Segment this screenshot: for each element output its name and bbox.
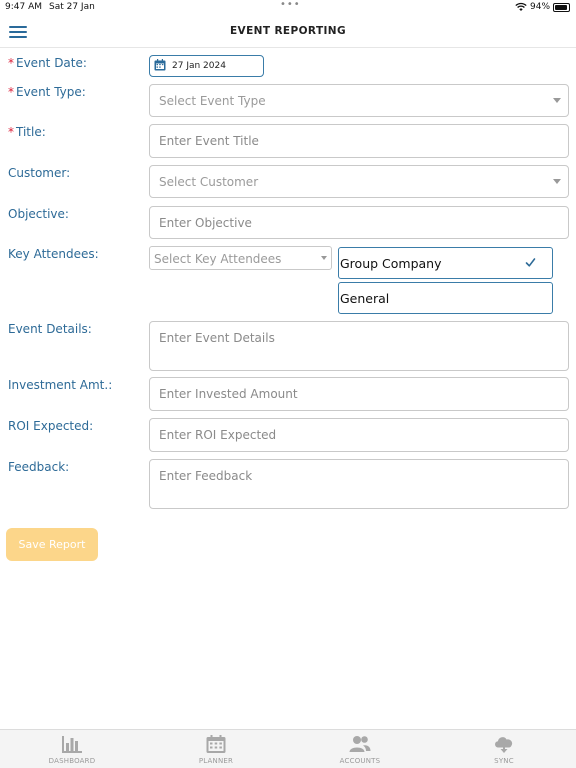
roi-expected-input[interactable]: Enter ROI Expected xyxy=(149,418,569,452)
status-time: 9:47 AM xyxy=(5,2,42,12)
objective-placeholder: Enter Objective xyxy=(159,216,252,230)
battery-icon xyxy=(553,3,570,12)
app-header: EVENT REPORTING xyxy=(0,16,576,48)
event-title-input[interactable]: Enter Event Title xyxy=(149,124,569,158)
multitask-dots-icon[interactable]: ••• xyxy=(280,0,301,10)
save-report-button[interactable]: Save Report xyxy=(6,528,98,561)
roi-expected-placeholder: Enter ROI Expected xyxy=(159,428,277,442)
tab-dashboard[interactable]: DASHBOARD xyxy=(0,730,144,768)
cloud-download-icon xyxy=(495,737,513,753)
users-icon xyxy=(349,736,371,752)
customer-placeholder: Select Customer xyxy=(159,175,259,189)
roi-expected-label: ROI Expected: xyxy=(8,419,94,433)
event-type-label: * Event Type: xyxy=(8,85,86,99)
investment-amount-input[interactable]: Enter Invested Amount xyxy=(149,377,569,411)
bar-chart-icon xyxy=(62,736,82,753)
feedback-label: Feedback: xyxy=(8,460,70,474)
attendee-option-general[interactable]: General xyxy=(338,282,553,314)
customer-select[interactable]: Select Customer xyxy=(149,165,569,198)
wifi-icon xyxy=(515,2,527,11)
objective-input[interactable]: Enter Objective xyxy=(149,206,569,239)
customer-label: Customer: xyxy=(8,166,71,180)
tab-accounts[interactable]: ACCOUNTS xyxy=(288,730,432,768)
event-details-placeholder: Enter Event Details xyxy=(159,331,275,345)
chevron-down-icon xyxy=(553,179,561,184)
page-title: EVENT REPORTING xyxy=(229,25,347,37)
chevron-down-icon xyxy=(553,98,561,103)
objective-label: Objective: xyxy=(8,207,69,221)
attendee-option-label: Group Company xyxy=(340,256,442,271)
event-type-placeholder: Select Event Type xyxy=(159,94,266,108)
bottom-tab-bar: DASHBOARD PLANNER ACCOUNTS SYNC xyxy=(0,729,576,768)
battery-percent: 94% xyxy=(530,2,551,12)
tab-label: PLANNER xyxy=(198,757,234,765)
status-date: Sat 27 Jan xyxy=(49,2,95,12)
calendar-icon xyxy=(154,59,166,71)
title-label: * Title: xyxy=(8,125,46,139)
investment-amount-label: Investment Amt.: xyxy=(8,378,113,392)
tab-sync[interactable]: SYNC xyxy=(432,730,576,768)
checkmark-icon xyxy=(525,258,536,267)
calendar-icon xyxy=(206,735,226,753)
key-attendees-select[interactable]: Select Key Attendees xyxy=(149,246,332,270)
event-date-picker[interactable]: 27 Jan 2024 xyxy=(149,55,264,77)
event-details-textarea[interactable]: Enter Event Details xyxy=(149,321,569,371)
tab-label: DASHBOARD xyxy=(48,757,96,765)
event-title-placeholder: Enter Event Title xyxy=(159,134,259,148)
feedback-textarea[interactable]: Enter Feedback xyxy=(149,459,569,509)
attendee-option-label: General xyxy=(340,291,390,306)
tab-planner[interactable]: PLANNER xyxy=(144,730,288,768)
event-details-label: Event Details: xyxy=(8,322,92,336)
status-bar: 9:47 AM Sat 27 Jan ••• 94% xyxy=(0,0,576,16)
key-attendees-placeholder: Select Key Attendees xyxy=(154,252,282,266)
event-date-value: 27 Jan 2024 xyxy=(172,61,226,71)
event-date-label: * Event Date: xyxy=(8,56,87,70)
attendee-option-group-company[interactable]: Group Company xyxy=(338,247,553,279)
tab-label: ACCOUNTS xyxy=(339,757,381,765)
event-type-select[interactable]: Select Event Type xyxy=(149,84,569,117)
investment-amount-placeholder: Enter Invested Amount xyxy=(159,387,298,401)
chevron-down-icon xyxy=(321,256,327,260)
feedback-placeholder: Enter Feedback xyxy=(159,469,253,483)
tab-label: SYNC xyxy=(494,757,514,765)
key-attendees-label: Key Attendees: xyxy=(8,247,99,261)
